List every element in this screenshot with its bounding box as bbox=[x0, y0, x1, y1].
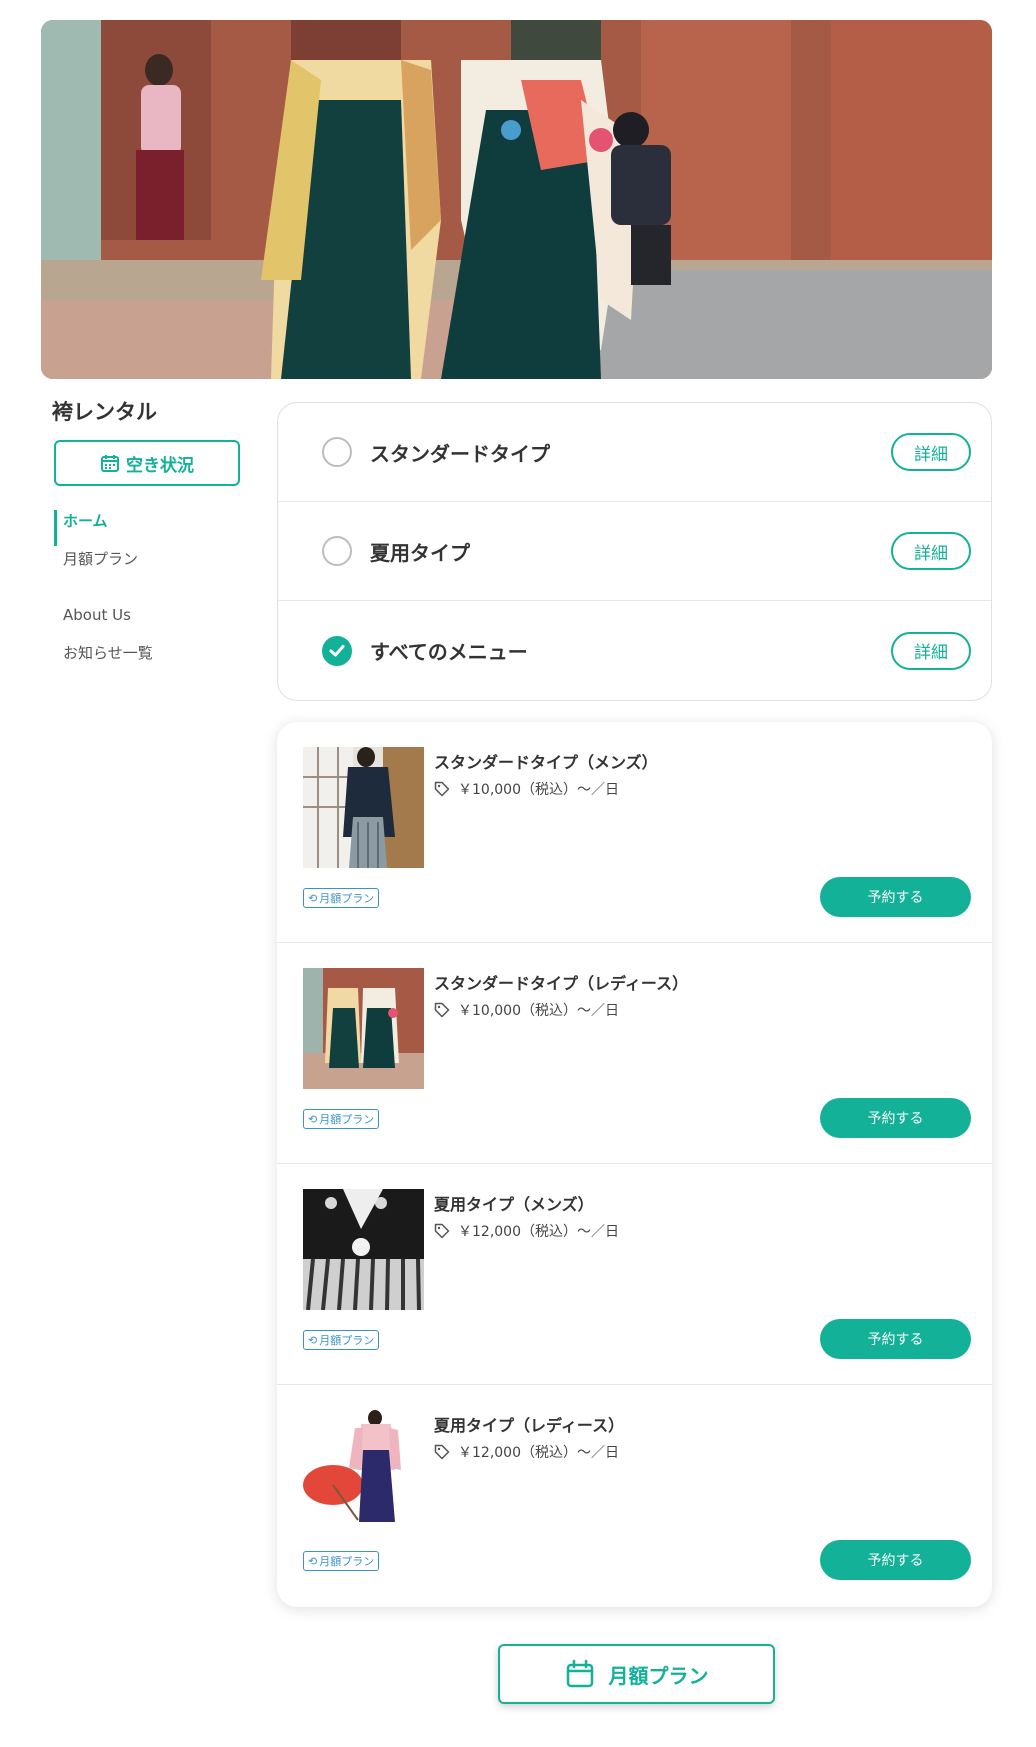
product-item: 夏用タイプ（レディース） ￥12,000（税込）〜／日 ⟲ 月額プラン 予約する bbox=[277, 1385, 992, 1606]
repeat-icon: ⟲ bbox=[308, 1112, 318, 1126]
badge-label: 月額プラン bbox=[319, 892, 375, 905]
radio-checked-icon[interactable] bbox=[322, 635, 352, 666]
nav-item-about-us[interactable]: About Us bbox=[54, 602, 244, 640]
product-name: 夏用タイプ（メンズ） bbox=[434, 1195, 594, 1214]
repeat-icon: ⟲ bbox=[308, 1554, 318, 1568]
detail-button[interactable]: 詳細 bbox=[891, 532, 971, 570]
repeat-icon: ⟲ bbox=[308, 891, 318, 905]
monthly-plan-label: 月額プラン bbox=[608, 1663, 709, 1688]
menu-filter-card: スタンダードタイプ 詳細 夏用タイプ 詳細 すべてのメニュー 詳細 bbox=[277, 402, 992, 701]
product-price: ￥10,000（税込）〜／日 bbox=[434, 779, 619, 799]
nav-item-monthly-plan[interactable]: 月額プラン bbox=[54, 546, 244, 584]
detail-button[interactable]: 詳細 bbox=[891, 631, 971, 670]
repeat-icon: ⟲ bbox=[308, 1333, 318, 1347]
nav-item-news-list[interactable]: お知らせ一覧 bbox=[54, 640, 244, 678]
monthly-plan-button[interactable]: 月額プラン bbox=[498, 1644, 775, 1704]
reserve-button[interactable]: 予約する bbox=[820, 877, 971, 917]
calendar-icon bbox=[101, 455, 119, 472]
calendar-icon bbox=[566, 1659, 593, 1688]
radio-unchecked-icon[interactable] bbox=[322, 536, 352, 566]
price-text: ￥10,000（税込）〜／日 bbox=[458, 1003, 619, 1019]
badge-label: 月額プラン bbox=[319, 1334, 375, 1347]
monthly-plan-badge: ⟲ 月額プラン bbox=[303, 1330, 380, 1350]
shop-name: 袴レンタル bbox=[52, 400, 157, 424]
reserve-button[interactable]: 予約する bbox=[820, 1319, 971, 1359]
filter-option-standard[interactable]: スタンダードタイプ 詳細 bbox=[278, 403, 991, 502]
product-item: スタンダードタイプ（メンズ） ￥10,000（税込）〜／日 ⟲ 月額プラン 予約… bbox=[277, 722, 992, 943]
nav-item-home[interactable]: ホーム bbox=[54, 510, 244, 546]
hero-image bbox=[41, 20, 992, 379]
product-item: 夏用タイプ（メンズ） ￥12,000（税込）〜／日 ⟲ 月額プラン 予約する bbox=[277, 1164, 992, 1385]
monthly-plan-badge: ⟲ 月額プラン bbox=[303, 1551, 380, 1571]
filter-label: スタンダードタイプ bbox=[370, 441, 550, 466]
price-text: ￥12,000（税込）〜／日 bbox=[458, 1224, 619, 1240]
detail-button[interactable]: 詳細 bbox=[891, 433, 971, 471]
price-tag-icon bbox=[434, 781, 450, 797]
availability-button[interactable]: 空き状況 bbox=[54, 440, 240, 486]
product-thumbnail bbox=[303, 1410, 424, 1531]
reserve-button[interactable]: 予約する bbox=[820, 1098, 971, 1138]
product-list: スタンダードタイプ（メンズ） ￥10,000（税込）〜／日 ⟲ 月額プラン 予約… bbox=[277, 722, 992, 1607]
availability-label: 空き状況 bbox=[126, 455, 194, 476]
filter-option-summer[interactable]: 夏用タイプ 詳細 bbox=[278, 502, 991, 601]
monthly-plan-badge: ⟲ 月額プラン bbox=[303, 888, 380, 908]
monthly-plan-badge: ⟲ 月額プラン bbox=[303, 1109, 380, 1129]
product-price: ￥12,000（税込）〜／日 bbox=[434, 1442, 619, 1462]
filter-option-all[interactable]: すべてのメニュー 詳細 bbox=[278, 601, 991, 700]
price-text: ￥12,000（税込）〜／日 bbox=[458, 1445, 619, 1461]
product-item: スタンダードタイプ（レディース） ￥10,000（税込）〜／日 ⟲ 月額プラン … bbox=[277, 943, 992, 1164]
price-text: ￥10,000（税込）〜／日 bbox=[458, 782, 619, 798]
product-price: ￥12,000（税込）〜／日 bbox=[434, 1221, 619, 1241]
radio-unchecked-icon[interactable] bbox=[322, 437, 352, 467]
price-tag-icon bbox=[434, 1223, 450, 1239]
filter-label: 夏用タイプ bbox=[370, 540, 470, 565]
price-tag-icon bbox=[434, 1444, 450, 1460]
product-name: 夏用タイプ（レディース） bbox=[434, 1416, 625, 1435]
product-thumbnail bbox=[303, 968, 424, 1089]
reserve-button[interactable]: 予約する bbox=[820, 1540, 971, 1580]
sidebar-nav: ホーム 月額プラン About Us お知らせ一覧 bbox=[54, 510, 244, 678]
product-thumbnail bbox=[303, 747, 424, 868]
filter-label: すべてのメニュー bbox=[370, 640, 528, 664]
product-name: スタンダードタイプ（レディース） bbox=[434, 974, 689, 993]
price-tag-icon bbox=[434, 1002, 450, 1018]
badge-label: 月額プラン bbox=[319, 1555, 375, 1568]
product-name: スタンダードタイプ（メンズ） bbox=[434, 753, 658, 772]
product-thumbnail bbox=[303, 1189, 424, 1310]
product-price: ￥10,000（税込）〜／日 bbox=[434, 1000, 619, 1020]
badge-label: 月額プラン bbox=[319, 1113, 375, 1126]
